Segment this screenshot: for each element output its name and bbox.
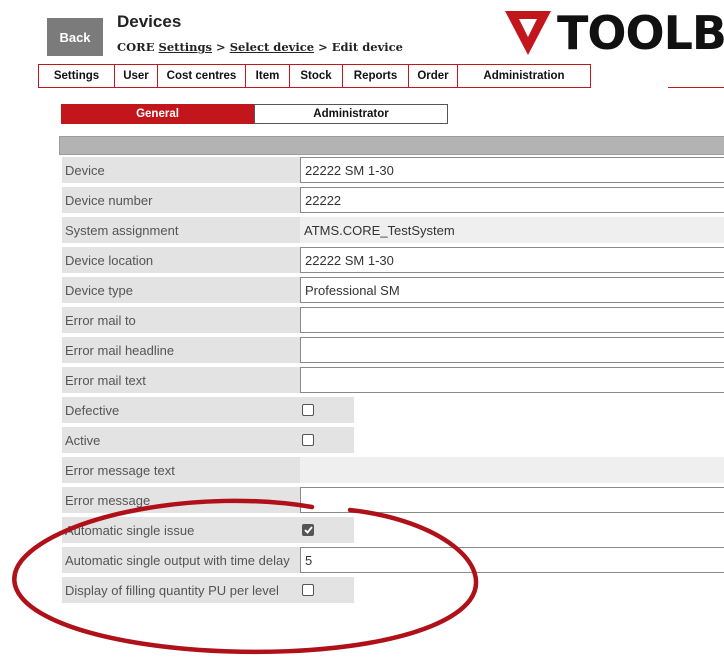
system-assignment-field: ATMS.CORE_TestSystem xyxy=(300,217,724,243)
back-button[interactable]: Back xyxy=(47,18,103,56)
display-of-filling-quantity-pu-per-level-checkbox[interactable] xyxy=(302,584,314,596)
form-row-error-mail-text: Error mail text xyxy=(59,365,724,395)
nav-tab-reports[interactable]: Reports xyxy=(343,65,409,87)
automatic-single-output-with-time-delay-field[interactable]: 5 xyxy=(300,547,724,573)
form-row-active: Active xyxy=(59,425,724,455)
breadcrumb-separator: > xyxy=(216,40,226,54)
checkbox-cell xyxy=(300,397,724,423)
device-form: Device 22222 SM 1-30 Device number 22222 Sys… xyxy=(59,136,724,605)
device-location-field[interactable]: 22222 SM 1-30 xyxy=(300,247,724,273)
nav-tab-stock[interactable]: Stock xyxy=(290,65,343,87)
form-row-automatic-single-output-with-time-delay: Automatic single output with time delay 5 xyxy=(59,545,724,575)
form-row-device-type: Device type Professional SM xyxy=(59,275,724,305)
form-row-error-message: Error message xyxy=(59,485,724,515)
form-row-automatic-single-issue: Automatic single issue xyxy=(59,515,724,545)
breadcrumb-root: CORE xyxy=(117,40,155,54)
breadcrumb-current: Edit device xyxy=(331,40,403,54)
device-type-field[interactable]: Professional SM xyxy=(300,277,724,303)
nav-tab-settings[interactable]: Settings xyxy=(39,65,115,87)
nav-tab-item[interactable]: Item xyxy=(246,65,290,87)
form-row-device-number: Device number 22222 xyxy=(59,185,724,215)
checkbox-cell xyxy=(300,517,724,543)
checkbox-cell xyxy=(300,427,724,453)
form-row-system-assignment: System assignment ATMS.CORE_TestSystem xyxy=(59,215,724,245)
form-row-error-mail-headline: Error mail headline xyxy=(59,335,724,365)
device-number-field[interactable]: 22222 xyxy=(300,187,724,213)
tab-general[interactable]: General xyxy=(61,104,254,124)
nav-tab-cost-centres[interactable]: Cost centres xyxy=(158,65,246,87)
form-row-error-mail-to: Error mail to xyxy=(59,305,724,335)
subtab-bar: General Administrator xyxy=(61,104,448,124)
active-checkbox[interactable] xyxy=(302,434,314,446)
toolbox-logo: TOOLB xyxy=(505,8,724,58)
nav-divider xyxy=(668,87,724,88)
tab-administrator[interactable]: Administrator xyxy=(254,104,448,124)
page-title: Devices xyxy=(117,12,182,31)
error-mail-text-field[interactable] xyxy=(300,367,724,393)
checkbox-cell xyxy=(300,577,724,603)
breadcrumb-link-settings[interactable]: Settings xyxy=(159,40,213,54)
device-field[interactable]: 22222 SM 1-30 xyxy=(300,157,724,183)
breadcrumb-separator: > xyxy=(318,40,328,54)
breadcrumb-link-select-device[interactable]: Select device xyxy=(230,40,314,54)
form-row-device: Device 22222 SM 1-30 xyxy=(59,155,724,185)
nav-tab-order[interactable]: Order xyxy=(409,65,458,87)
error-message-text-field xyxy=(300,457,724,483)
breadcrumb: CORE Settings > Select device > Edit dev… xyxy=(117,40,403,54)
defective-checkbox[interactable] xyxy=(302,404,314,416)
error-mail-to-field[interactable] xyxy=(300,307,724,333)
form-row-device-location: Device location 22222 SM 1-30 xyxy=(59,245,724,275)
form-row-defective: Defective xyxy=(59,395,724,425)
nav-tab-user[interactable]: User xyxy=(115,65,158,87)
logo-wordmark: TOOLB xyxy=(557,6,724,60)
error-message-field[interactable] xyxy=(300,487,724,513)
form-header-bar xyxy=(59,136,724,155)
form-row-display-of-filling-quantity-pu-per-level: Display of filling quantity PU per level xyxy=(59,575,724,605)
logo-triangle-icon xyxy=(505,11,551,55)
error-mail-headline-field[interactable] xyxy=(300,337,724,363)
main-nav: Settings User Cost centres Item Stock Reports… xyxy=(38,64,591,88)
nav-tab-administration[interactable]: Administration xyxy=(458,65,591,87)
form-row-error-message-text: Error message text xyxy=(59,455,724,485)
automatic-single-issue-checkbox[interactable] xyxy=(302,524,314,536)
